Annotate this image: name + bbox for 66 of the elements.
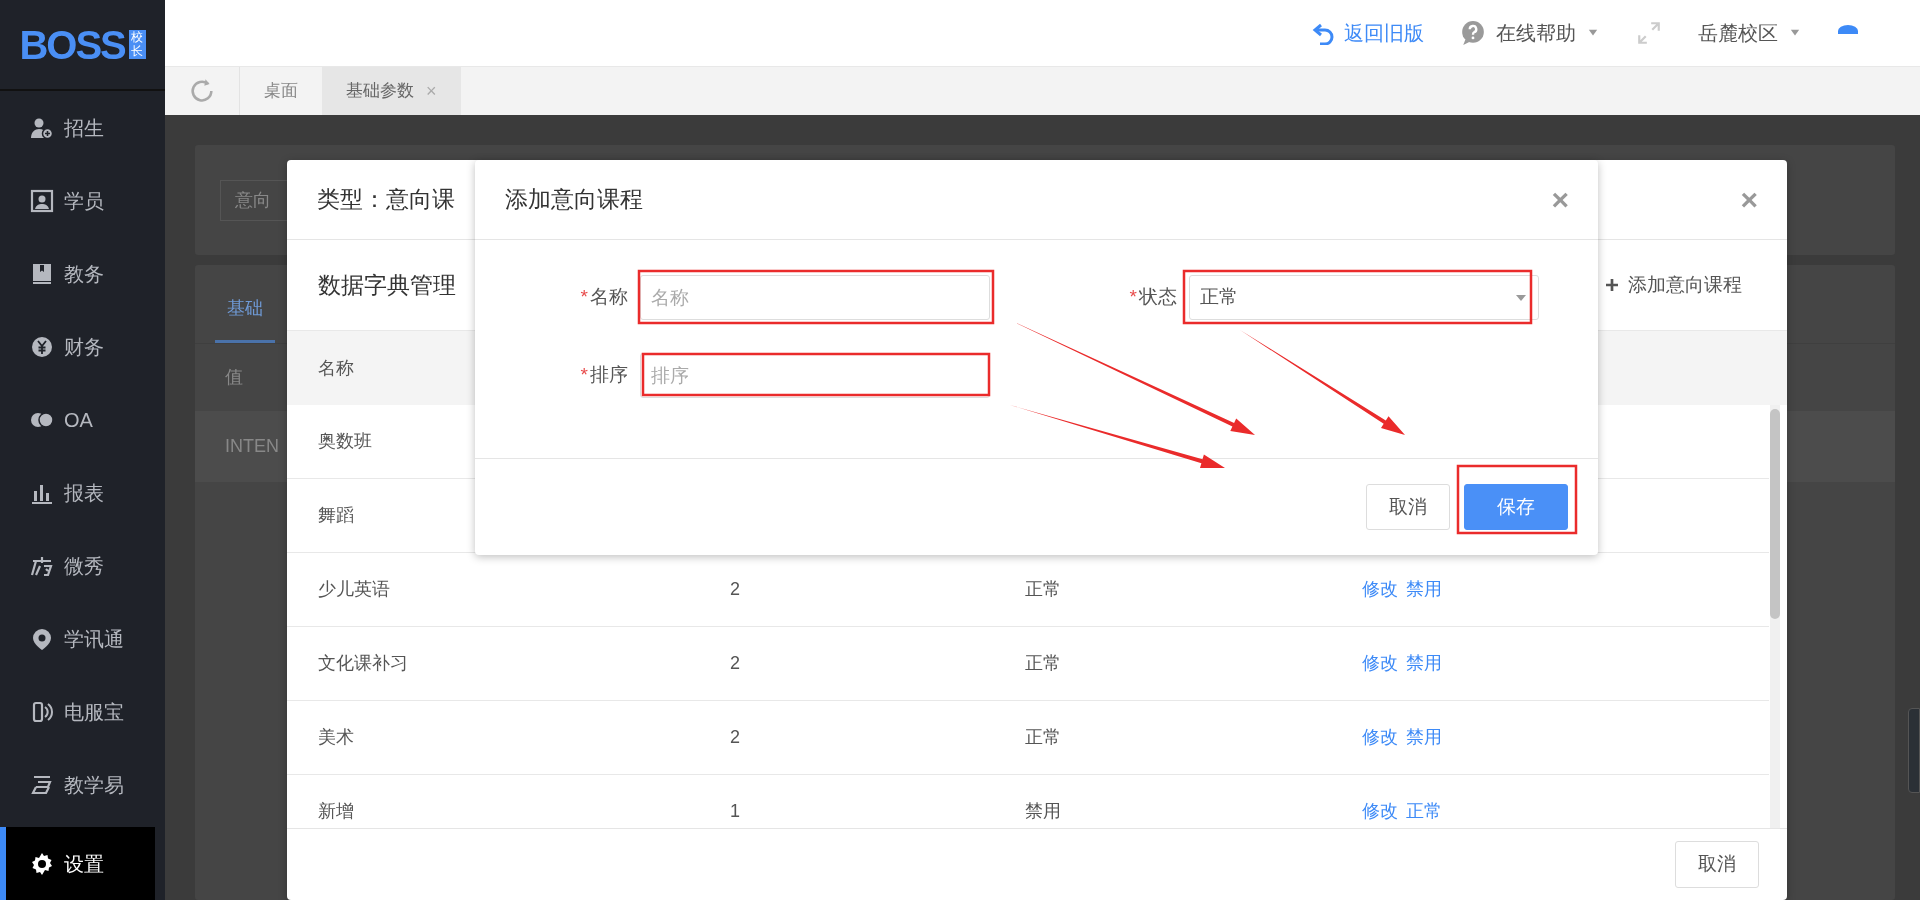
caret-icon xyxy=(1788,28,1802,38)
scrollbar[interactable] xyxy=(1770,405,1780,828)
phone-icon xyxy=(30,699,54,724)
help-icon xyxy=(1460,20,1486,46)
field-label: 排序 xyxy=(590,364,628,386)
table-cell-text: 文化课补习 xyxy=(318,652,408,675)
table-cell-text: 正常 xyxy=(1025,652,1061,675)
field-label: 状态 xyxy=(1139,286,1177,308)
section-title: 数据字典管理 xyxy=(318,270,456,300)
page-tab[interactable]: 基础参数 × xyxy=(322,67,461,115)
column-header: 名称 xyxy=(318,356,354,380)
action-link[interactable]: 修改 xyxy=(1362,653,1398,673)
logo-tag: 校长 xyxy=(128,30,146,59)
portrait-icon xyxy=(30,188,54,213)
sidebar-item[interactable]: OA xyxy=(0,383,165,456)
sidebar-item[interactable]: 微秀 xyxy=(0,529,165,602)
sidebar-item[interactable]: 学员 xyxy=(0,164,165,237)
input-field[interactable]: 名称 xyxy=(640,275,990,320)
coin-icon xyxy=(30,334,54,359)
sidebar-item[interactable]: 财务 xyxy=(0,310,165,383)
undo-icon xyxy=(1312,21,1336,45)
sidebar-item[interactable]: 设置 xyxy=(0,827,155,900)
sidebar-item[interactable]: 招生 xyxy=(0,91,165,164)
plus-icon xyxy=(1604,277,1620,293)
dialog-title: 添加意向课程 xyxy=(505,185,643,215)
table-cell-text: 新增 xyxy=(318,800,354,823)
table-cell-text: 少儿英语 xyxy=(318,578,390,601)
sidebar-item[interactable]: 学讯通 xyxy=(0,602,165,675)
table-cell-text: 1 xyxy=(730,800,740,823)
table-cell-text: 正常 xyxy=(1025,726,1061,749)
sidebar-item[interactable]: 报表 xyxy=(0,456,165,529)
required-mark: * xyxy=(580,286,588,308)
action-link[interactable]: 修改 xyxy=(1362,579,1398,599)
sidebar-item[interactable]: 教务 xyxy=(0,237,165,310)
add-course-button[interactable]: 添加意向课程 xyxy=(1604,270,1742,300)
sidebar-item[interactable]: 教学易 xyxy=(0,748,165,821)
table-cell-text: 2 xyxy=(730,726,740,749)
cancel-button[interactable]: 取消 xyxy=(1675,841,1759,888)
settings-icon xyxy=(30,851,54,876)
caret-icon xyxy=(1586,28,1600,38)
table-cell-text: 2 xyxy=(730,578,740,601)
cancel-button[interactable]: 取消 xyxy=(1366,483,1450,531)
sidebar-item[interactable]: 电服宝 xyxy=(0,675,165,748)
table-cell-text: 奥数班 xyxy=(318,430,372,453)
action-link[interactable]: 修改 xyxy=(1362,727,1398,747)
table-cell-text: 美术 xyxy=(318,726,354,749)
refresh-icon[interactable] xyxy=(188,77,216,105)
action-link[interactable]: 正常 xyxy=(1406,801,1442,821)
table-cell-text: 2 xyxy=(730,652,740,675)
side-widget[interactable] xyxy=(1908,708,1920,793)
required-mark: * xyxy=(1129,286,1137,308)
dialog-title: 类型：意向课 xyxy=(317,185,455,215)
help-menu[interactable]: 在线帮助 xyxy=(1460,18,1600,48)
table-cell-text: 禁用 xyxy=(1025,800,1061,823)
logo-text: BOSS xyxy=(19,24,125,65)
table-cell-text: 舞蹈 xyxy=(318,504,354,527)
expand-icon[interactable] xyxy=(1636,20,1662,46)
pin-icon xyxy=(30,626,54,651)
required-mark: * xyxy=(580,364,588,386)
table-cell-text: 正常 xyxy=(1025,578,1061,601)
field-label: 名称 xyxy=(590,286,628,308)
book-icon xyxy=(30,261,54,286)
status-select[interactable]: 正常 xyxy=(1189,275,1539,320)
action-link[interactable]: 修改 xyxy=(1362,801,1398,821)
scrollbar-thumb[interactable] xyxy=(1770,409,1780,619)
campus-menu[interactable]: 岳麓校区 xyxy=(1698,18,1802,48)
